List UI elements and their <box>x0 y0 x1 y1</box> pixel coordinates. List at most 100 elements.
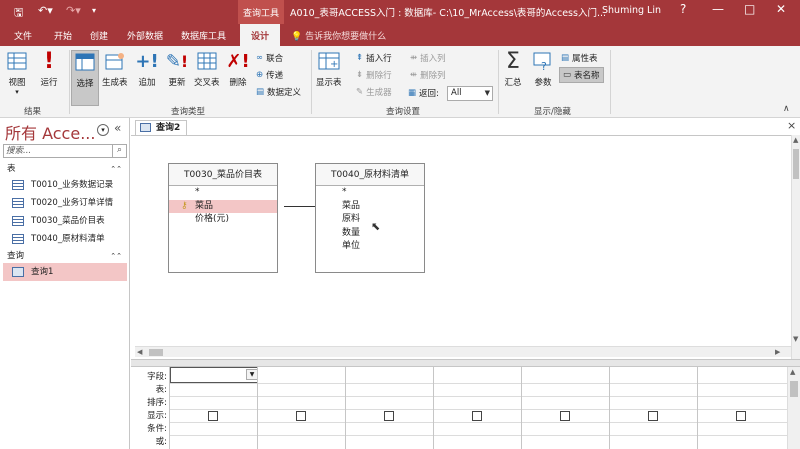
field-item[interactable]: * <box>169 186 277 200</box>
delete-columns-icon: ⇺ <box>410 70 418 80</box>
nav-section-queries[interactable]: 查询 ⌃⌃ <box>3 249 127 263</box>
query-design-grid[interactable]: 字段: 表: 排序: 显示: 条件: 或: ▼ <box>131 367 800 449</box>
search-icon[interactable]: ⌕ <box>112 144 126 158</box>
tab-home[interactable]: 开始 <box>54 29 72 42</box>
grid-column[interactable] <box>433 367 521 449</box>
nav-item-table[interactable]: T0010_业务数据记录 <box>3 176 127 194</box>
select-query-button[interactable]: 选择 <box>71 50 99 106</box>
tell-me-search[interactable]: 💡 告诉我你想要做什么 <box>291 29 386 42</box>
user-name[interactable]: Shuming Lin <box>602 5 661 16</box>
scroll-up-icon[interactable]: ▲ <box>790 368 795 376</box>
show-checkbox[interactable] <box>648 411 658 421</box>
field-item[interactable]: 数量 <box>316 227 424 241</box>
table-diagram-pane[interactable]: T0030_菜品价目表 * ⚷ 菜品 价格(元) T0040_原材料清单 * 菜品… <box>131 135 800 359</box>
insert-rows-button[interactable]: ⇞ 插入行 <box>356 52 392 64</box>
restore-button[interactable]: □ <box>744 2 755 16</box>
pane-splitter[interactable] <box>131 359 800 367</box>
scroll-thumb[interactable] <box>793 149 799 179</box>
field-cell[interactable] <box>170 367 258 383</box>
collapse-pane-icon[interactable]: « <box>114 121 121 135</box>
field-item[interactable]: 单位 <box>316 240 424 254</box>
grid-column[interactable] <box>697 367 787 449</box>
scroll-left-icon[interactable]: ◀ <box>137 348 142 356</box>
show-checkbox[interactable] <box>472 411 482 421</box>
navigation-pane-header[interactable]: 所有 Acce... ▾ « <box>0 118 130 143</box>
make-table-button[interactable]: 生成表 <box>102 50 128 88</box>
append-button[interactable]: +! 追加 <box>135 50 158 89</box>
data-definition-button[interactable]: ▤ 数据定义 <box>256 86 301 98</box>
view-button[interactable]: 视图 ▾ <box>6 50 28 96</box>
show-checkbox[interactable] <box>560 411 570 421</box>
delete-rows-button[interactable]: ⇟ 删除行 <box>356 69 392 81</box>
scroll-thumb[interactable] <box>790 381 798 397</box>
tab-create[interactable]: 创建 <box>90 29 108 42</box>
show-checkbox[interactable] <box>384 411 394 421</box>
field-item[interactable]: 原料 <box>316 213 424 227</box>
nav-item-table[interactable]: T0020_业务订单详情 <box>3 194 127 212</box>
diagram-horizontal-scrollbar[interactable]: ◀ ▶ <box>135 346 791 357</box>
field-list-t0040[interactable]: T0040_原材料清单 * 菜品 原料 数量 单位 <box>315 163 425 273</box>
scroll-up-icon[interactable]: ▲ <box>793 136 798 144</box>
nav-search-input[interactable]: 搜索... ⌕ <box>3 144 127 158</box>
show-checkbox[interactable] <box>208 411 218 421</box>
customize-qat-icon[interactable]: ▾ <box>92 6 96 15</box>
grid-vertical-scrollbar[interactable]: ▲ <box>787 367 800 449</box>
join-line[interactable] <box>284 206 315 207</box>
field-list-t0030[interactable]: T0030_菜品价目表 * ⚷ 菜品 价格(元) <box>168 163 278 273</box>
update-button[interactable]: ✎! 更新 <box>166 50 188 89</box>
collapse-ribbon-icon[interactable]: ∧ <box>783 104 790 114</box>
scroll-down-icon[interactable]: ▼ <box>793 335 798 343</box>
insert-columns-button[interactable]: ⇻ 插入列 <box>410 52 446 64</box>
table-icon <box>12 198 24 208</box>
grid-column[interactable] <box>521 367 609 449</box>
diagram-vertical-scrollbar[interactable]: ▲ ▼ <box>791 135 800 359</box>
scroll-right-icon[interactable]: ▶ <box>775 348 780 356</box>
nav-item-query[interactable]: 查询1 <box>3 263 127 281</box>
scroll-thumb[interactable] <box>149 349 163 356</box>
grid-column[interactable] <box>609 367 697 449</box>
tab-database-tools[interactable]: 数据库工具 <box>181 29 226 42</box>
show-checkbox[interactable] <box>736 411 746 421</box>
chevron-down-icon[interactable]: ▾ <box>97 124 109 136</box>
show-checkbox[interactable] <box>296 411 306 421</box>
return-select[interactable]: All ▼ <box>447 86 493 101</box>
delete-columns-button[interactable]: ⇺ 删除列 <box>410 69 446 81</box>
grid-column[interactable]: ▼ <box>169 367 258 449</box>
document-tab-query2[interactable]: 查询2 <box>135 120 188 135</box>
totals-button[interactable]: Σ 汇总 <box>502 49 524 89</box>
undo-icon[interactable]: ↶▾ <box>38 4 53 17</box>
close-document-button[interactable]: × <box>787 119 796 132</box>
parameters-icon: ? <box>532 50 554 72</box>
nav-section-tables[interactable]: 表 ⌃⌃ <box>3 162 127 176</box>
union-button[interactable]: ∞ 联合 <box>256 52 283 64</box>
tab-file[interactable]: 文件 <box>14 29 32 42</box>
run-button[interactable]: ! 运行 <box>38 49 60 89</box>
crosstab-button[interactable]: 交叉表 <box>194 50 220 88</box>
field-item[interactable]: * <box>316 186 424 200</box>
property-sheet-button[interactable]: ▤ 属性表 <box>561 52 598 64</box>
redo-icon[interactable]: ↷▾ <box>66 4 81 17</box>
show-table-button[interactable]: + 显示表 <box>316 50 342 88</box>
close-button[interactable]: ✕ <box>776 2 786 16</box>
save-icon[interactable]: 🖫 <box>14 4 23 23</box>
field-item[interactable]: 价格(元) <box>169 213 277 227</box>
parameters-button[interactable]: ? 参数 <box>532 50 554 88</box>
pass-through-button[interactable]: ⊕ 传递 <box>256 69 283 81</box>
table-names-button[interactable]: ▭ 表名称 <box>559 67 604 83</box>
nav-item-table[interactable]: T0030_菜品价目表 <box>3 212 127 230</box>
tab-external-data[interactable]: 外部数据 <box>127 29 163 42</box>
help-button[interactable]: ? <box>680 2 686 16</box>
nav-item-table[interactable]: T0040_原材料清单 <box>3 230 127 248</box>
builder-button[interactable]: ✎ 生成器 <box>356 86 392 98</box>
field-list-title[interactable]: T0040_原材料清单 <box>316 164 424 186</box>
delete-query-button[interactable]: ✗! 删除 <box>226 50 249 89</box>
grid-column[interactable] <box>257 367 345 449</box>
chevron-down-icon: ▼ <box>484 89 490 97</box>
tab-design[interactable]: 设计 <box>240 24 280 46</box>
query-tools-tab: 查询工具 <box>238 0 284 24</box>
minimize-button[interactable]: — <box>712 2 724 16</box>
field-list-title[interactable]: T0030_菜品价目表 <box>169 164 277 186</box>
field-item[interactable]: 菜品 <box>316 200 424 214</box>
grid-column[interactable] <box>345 367 433 449</box>
field-item-primary-key[interactable]: ⚷ 菜品 <box>169 199 277 213</box>
